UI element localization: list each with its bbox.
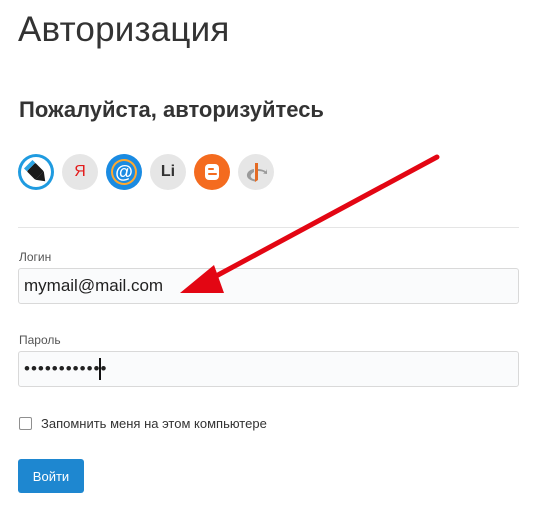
divider (18, 227, 519, 228)
liveinternet-letter: Li (160, 163, 176, 180)
svg-text:@: @ (115, 162, 133, 182)
text-caret (99, 358, 101, 380)
blogger-icon[interactable] (194, 154, 230, 190)
livejournal-icon[interactable] (18, 154, 54, 190)
remember-checkbox[interactable] (19, 417, 32, 430)
login-providers: Я @ Li (18, 154, 274, 190)
remember-label[interactable]: Запомнить меня на этом компьютере (41, 416, 267, 431)
openid-icon[interactable] (238, 154, 274, 190)
login-label: Логин (19, 250, 52, 264)
yandex-letter: Я (74, 163, 86, 180)
login-field[interactable] (18, 268, 519, 304)
login-subtitle: Пожалуйста, авторизуйтесь (19, 97, 324, 122)
page-title: Авторизация (18, 10, 230, 49)
yandex-icon[interactable]: Я (62, 154, 98, 190)
password-field[interactable] (18, 351, 519, 387)
login-button[interactable]: Войти (18, 459, 84, 493)
remember-me: Запомнить меня на этом компьютере (19, 416, 267, 431)
liveinternet-icon[interactable]: Li (150, 154, 186, 190)
password-label: Пароль (19, 333, 61, 347)
mailru-icon[interactable]: @ (106, 154, 142, 190)
red-arrow-annotation (180, 154, 440, 293)
